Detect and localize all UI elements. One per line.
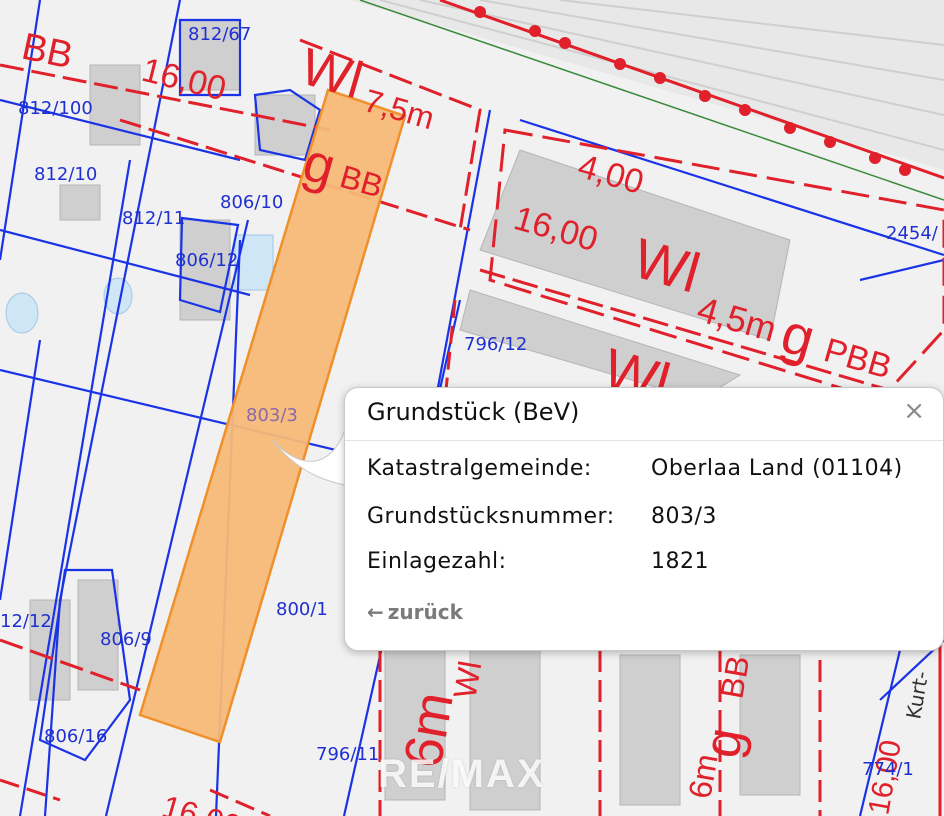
parcel-label: 806/10	[220, 192, 283, 213]
back-link[interactable]: ← zurück	[367, 600, 463, 624]
back-label: zurück	[387, 600, 463, 624]
remax-watermark: RE/MAX	[378, 752, 546, 796]
arrow-left-icon: ←	[367, 600, 384, 624]
row-value: 1821	[651, 549, 709, 574]
parcel-label: 2454/	[886, 223, 939, 244]
parcel-label: 806/12	[175, 250, 238, 271]
parcel-label: 774/1	[862, 759, 914, 780]
info-row-katastralgemeinde: Katastralgemeinde: Oberlaa Land (01104)	[367, 456, 903, 481]
parcel-label: 800/1	[276, 599, 328, 620]
parcel-label: 806/9	[100, 629, 152, 650]
zone-text: 6m	[681, 751, 724, 801]
zone-text: Wl	[446, 658, 488, 701]
popup-title: Grundstück (BeV)	[367, 398, 580, 426]
parcel-label: 12/12	[0, 611, 52, 632]
close-icon[interactable]: ×	[903, 396, 925, 426]
popup-divider	[345, 440, 943, 441]
parcel-label: 796/12	[464, 334, 527, 355]
row-label: Katastralgemeinde:	[367, 456, 592, 481]
zone-text: BB	[713, 653, 756, 701]
parcel-label-selected: 803/3	[246, 405, 298, 426]
parcel-info-popup: Grundstück (BeV) × Katastralgemeinde: Obe…	[344, 387, 944, 651]
parcel-label: 806/16	[44, 726, 107, 747]
row-value: 803/3	[651, 504, 717, 529]
parcel-label: 812/100	[18, 98, 93, 119]
parcel-label: 796/11	[316, 744, 379, 765]
parcel-label: 812/11	[122, 208, 185, 229]
info-row-grundstuecksnummer: Grundstücksnummer: 803/3	[367, 504, 717, 529]
parcel-label: 812/10	[34, 164, 97, 185]
row-label: Einlagezahl:	[367, 549, 507, 574]
row-label: Grundstücksnummer:	[367, 504, 615, 529]
parcel-label: 812/67	[188, 24, 251, 45]
row-value: Oberlaa Land (01104)	[651, 456, 903, 481]
info-row-einlagezahl: Einlagezahl: 1821	[367, 549, 709, 574]
